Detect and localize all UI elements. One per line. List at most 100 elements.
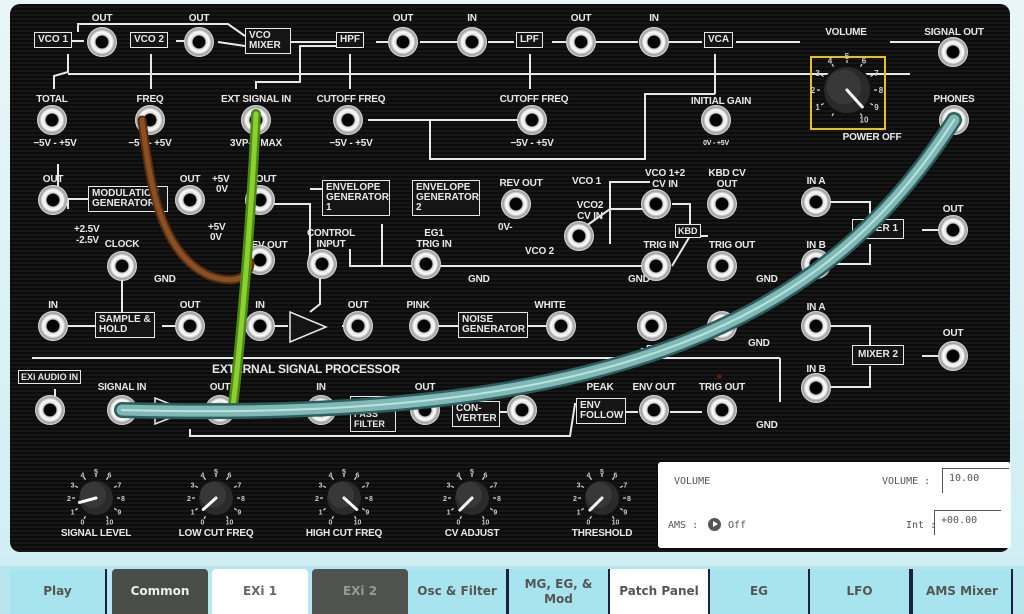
knob-scale-label: 2 xyxy=(811,86,816,95)
pink-jack[interactable] xyxy=(409,311,439,341)
sh-out-jack[interactable] xyxy=(175,311,205,341)
knob-scale-label: 2 xyxy=(187,496,191,503)
cutoff-freq-lpf-label: CUTOFF FREQ xyxy=(499,94,569,105)
amp-out-jack[interactable] xyxy=(205,395,235,425)
mixer2-in-b-jack[interactable] xyxy=(801,373,831,403)
env-out-label: ENV OUT xyxy=(632,382,676,393)
exi-audio-in-jack[interactable] xyxy=(35,395,65,425)
mg-out1-jack[interactable] xyxy=(38,185,68,215)
knob-scale-label: 9 xyxy=(365,510,369,517)
tab-osc-filter[interactable]: Osc & Filter xyxy=(408,569,508,614)
tab-lfo[interactable]: LFO xyxy=(810,569,911,614)
env-out-jack[interactable] xyxy=(639,395,669,425)
cv-adjust-knob[interactable]: 01234 5 678910 xyxy=(430,460,514,530)
wheel2-jack[interactable] xyxy=(707,311,737,341)
volume-knob[interactable]: 1 2 34 5 6789 10 xyxy=(806,50,888,132)
knob-scale-label: 4 xyxy=(828,57,833,66)
tab-eg[interactable]: EG xyxy=(708,569,810,614)
knob-tick xyxy=(113,485,118,489)
tab-play[interactable]: Play xyxy=(10,569,107,614)
knob-scale-label: 6 xyxy=(862,57,867,66)
cutoff-freq-hpf-jack[interactable] xyxy=(333,105,363,135)
trig-out-jack[interactable] xyxy=(707,251,737,281)
tab-exi-2[interactable]: EXi 2 xyxy=(312,569,408,614)
trig-in-jack[interactable] xyxy=(641,251,671,281)
clock-label: CLOCK xyxy=(104,239,140,250)
conv-out-jack[interactable] xyxy=(507,395,537,425)
eg1-trig-in-label: EG1 TRIG IN xyxy=(416,228,452,250)
tab-exi-1[interactable]: EXi 1 xyxy=(212,569,308,614)
mixer1-in-a-jack[interactable] xyxy=(801,187,831,217)
threshold-knob[interactable]: 01234 5 678910 xyxy=(560,460,644,530)
lpf-in-jack[interactable] xyxy=(457,27,487,57)
vco12-cv-in-label: VCO 1+2 CV IN xyxy=(644,168,685,190)
vca-in-jack[interactable] xyxy=(639,27,669,57)
knob-scale-label: 5 xyxy=(845,52,850,61)
bpf-in-jack[interactable] xyxy=(306,395,336,425)
vco2-cv-label: VCO 2 xyxy=(525,246,555,257)
eg1-trig-in-jack[interactable] xyxy=(411,249,441,279)
esp-trig-out-jack[interactable] xyxy=(707,395,737,425)
int-value-field[interactable]: +00.00 xyxy=(934,510,1001,535)
volume-value-field[interactable]: 10.00 xyxy=(942,468,1009,493)
vca-mid-in-jack[interactable] xyxy=(245,311,275,341)
mixer1-out-jack[interactable] xyxy=(938,215,968,245)
envelope-generator-1-module: ENVELOPE GENERATOR 1 xyxy=(322,180,390,216)
tab-patch-panel[interactable]: Patch Panel xyxy=(610,569,708,614)
mg-range1b-label: -2.5V xyxy=(76,235,99,246)
mg-out2-jack[interactable] xyxy=(175,185,205,215)
vco2-module: VCO 2 xyxy=(130,32,169,48)
vca-mid-out-jack[interactable] xyxy=(343,311,373,341)
tab-ams-mixer[interactable]: AMS Mixer xyxy=(911,569,1013,614)
signal-level-knob[interactable]: 01234 5 678910 xyxy=(54,460,138,530)
vco2-cv-in-label: VCO2 CV IN xyxy=(576,200,604,222)
knob-tick xyxy=(361,507,366,511)
tab-mg-eg-mod[interactable]: MG, EG, & Mod xyxy=(507,569,610,614)
control-input-jack[interactable] xyxy=(307,249,337,279)
eg1-rev-out-jack[interactable] xyxy=(245,245,275,275)
eg1-out-jack[interactable] xyxy=(245,185,275,215)
knob-scale-label: 10 xyxy=(106,519,114,526)
tab-common[interactable]: Common xyxy=(112,569,208,614)
cutoff-freq-lpf-jack[interactable] xyxy=(517,105,547,135)
vco2-cv-in-jack[interactable] xyxy=(564,221,594,251)
knob-scale-label: 1 xyxy=(577,510,581,517)
ams-source-button[interactable] xyxy=(708,518,721,531)
initial-gain-jack[interactable] xyxy=(701,105,731,135)
vco1-out-jack[interactable] xyxy=(87,27,117,57)
knob-scale-label: 2 xyxy=(67,496,71,503)
lpf-out-jack[interactable] xyxy=(566,27,596,57)
mg-out2-label: OUT xyxy=(179,174,201,185)
mixer2-out-jack[interactable] xyxy=(938,341,968,371)
wheel1-jack[interactable] xyxy=(637,311,667,341)
knob-scale-label: 10 xyxy=(226,519,234,526)
knob-tick xyxy=(450,485,455,489)
white-jack[interactable] xyxy=(546,311,576,341)
freq-jack[interactable] xyxy=(135,105,165,135)
rev-out-jack[interactable] xyxy=(501,189,531,219)
vco12-cv-in-jack[interactable] xyxy=(641,189,671,219)
low-cut-freq-knob[interactable]: 01234 5 678910 xyxy=(174,460,258,530)
phones-jack[interactable] xyxy=(939,105,969,135)
total-jack[interactable] xyxy=(37,105,67,135)
mg-range1a-label: +2.5V xyxy=(74,224,100,235)
mixer2-in-a-jack[interactable] xyxy=(801,311,831,341)
ext-signal-in-jack[interactable] xyxy=(241,105,271,135)
vco2-out-jack[interactable] xyxy=(184,27,214,57)
signal-in-jack[interactable] xyxy=(107,395,137,425)
kbd-cv-out-jack[interactable] xyxy=(707,189,737,219)
high-cut-freq-knob[interactable]: 01234 5 678910 xyxy=(302,460,386,530)
cutoff-hpf-range-label: −5V - +5V xyxy=(329,138,373,149)
mixer1-in-b-jack[interactable] xyxy=(801,249,831,279)
knob-tick xyxy=(870,102,874,106)
knob-tick xyxy=(233,485,238,489)
bpf-out-jack[interactable] xyxy=(410,395,440,425)
signal-out-jack[interactable] xyxy=(938,37,968,67)
page-tabs: Play Common EXi 1 EXi 2 Osc & Filter MG,… xyxy=(0,569,1024,614)
clock-jack[interactable] xyxy=(107,251,137,281)
sh-in-jack[interactable] xyxy=(38,311,68,341)
hpf-out-jack[interactable] xyxy=(388,27,418,57)
hpf-out-label: OUT xyxy=(392,13,414,24)
freq-label: FREQ xyxy=(136,94,164,105)
mixer1-module: MIXER 1 xyxy=(852,219,905,239)
